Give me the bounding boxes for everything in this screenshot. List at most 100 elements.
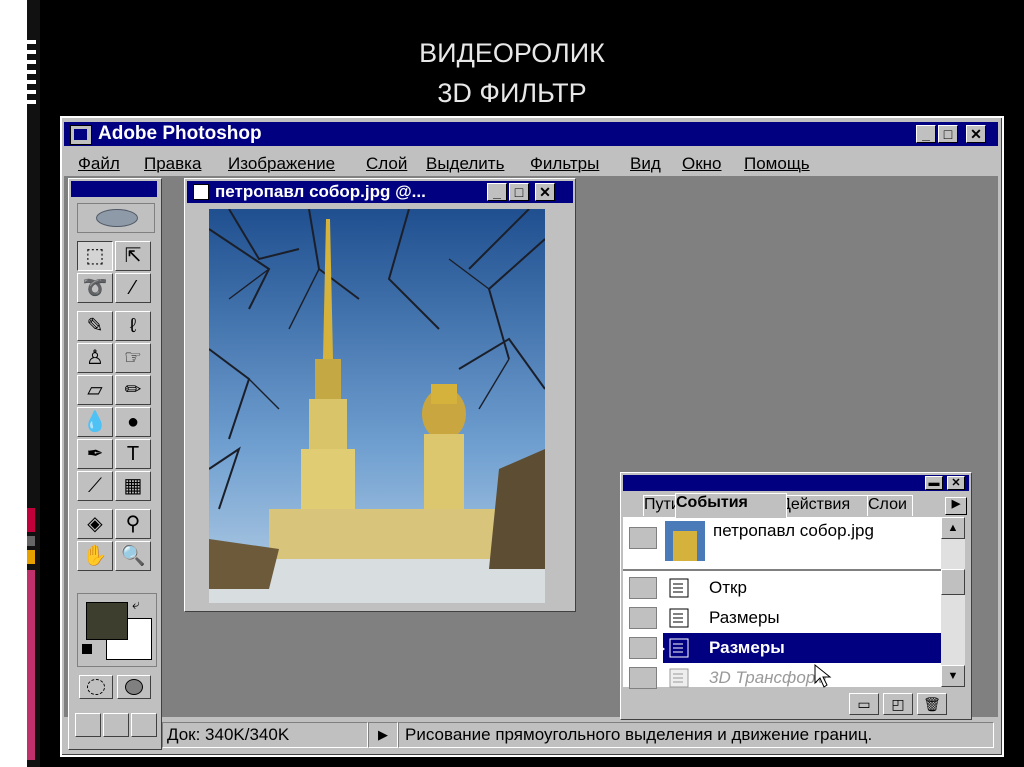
menu-image[interactable]: Изображение (228, 154, 335, 174)
blur-tool-icon[interactable]: 💧 (77, 407, 113, 437)
history-item-label: Размеры (709, 638, 785, 657)
default-colors-icon[interactable] (82, 644, 92, 654)
menu-edit[interactable]: Правка (144, 154, 201, 174)
standard-mode-button[interactable] (79, 675, 113, 699)
slide-deco-pink (27, 570, 35, 760)
menu-file[interactable]: Файл (78, 154, 120, 174)
image-minimize-button[interactable]: _ (487, 183, 507, 201)
image-maximize-button[interactable]: □ (509, 183, 529, 201)
image-close-button[interactable]: ✕ (535, 183, 555, 201)
new-snapshot-icon[interactable]: ◰ (883, 693, 913, 715)
status-bar: Док: 340K/340K ▶ Рисование прямоугольног… (64, 720, 998, 750)
hand-tool-icon[interactable]: ✋ (77, 541, 113, 571)
menu-view[interactable]: Вид (630, 154, 661, 174)
image-window: петропавл собор.jpg @... _ □ ✕ (184, 178, 576, 612)
slide-deco-gray (27, 536, 35, 546)
panel-minimize-button[interactable]: ▬ (925, 476, 943, 490)
rubber-stamp-tool-icon[interactable]: ♙ (77, 343, 113, 373)
gradient-tool-icon[interactable]: ▦ (115, 471, 151, 501)
trash-icon[interactable]: 🗑 (917, 693, 947, 715)
snapshot-label: петропавл собор.jpg (713, 521, 874, 540)
swap-colors-icon[interactable]: ⤶ (132, 596, 140, 613)
history-item-label: 3D Трансформ (709, 668, 827, 687)
history-item-dimmed[interactable]: 3D Трансформ (623, 663, 941, 693)
slide-title: ВИДЕОРОЛИК (419, 38, 605, 68)
history-item-selected[interactable]: Размеры (623, 633, 941, 663)
slide-subtitle: 3D ФИЛЬТР (437, 78, 587, 108)
history-step-icon (669, 608, 689, 628)
smudge-tool-icon[interactable]: ☞ (115, 343, 151, 373)
maximize-button[interactable]: □ (938, 125, 958, 143)
pencil-tool-icon[interactable]: ✏ (115, 375, 151, 405)
eyedropper-tool-icon[interactable]: ⚲ (115, 509, 151, 539)
slide-deco-red (27, 508, 35, 532)
marquee-tool-icon[interactable]: ⬚ (77, 241, 113, 271)
paintbrush-tool-icon[interactable]: ℓ (115, 311, 151, 341)
menu-help[interactable]: Помощь (744, 154, 810, 174)
snapshot-source-box[interactable] (629, 527, 657, 549)
photoshop-window: Adobe Photoshop _ □ ✕ Файл Правка Изобра… (60, 116, 1004, 757)
foreground-color-swatch[interactable] (86, 602, 128, 640)
menu-select[interactable]: Выделить (426, 154, 504, 174)
history-source-box[interactable] (629, 637, 657, 659)
app-title: Adobe Photoshop (98, 123, 262, 144)
eraser-tool-icon[interactable]: ▱ (77, 375, 113, 405)
cathedral-photo[interactable] (209, 209, 545, 603)
close-button[interactable]: ✕ (966, 125, 986, 143)
image-window-title: петропавл собор.jpg @... (215, 182, 426, 201)
history-source-box[interactable] (629, 667, 657, 689)
history-step-icon (669, 638, 689, 658)
zoom-tool-icon[interactable]: 🔍 (115, 541, 151, 571)
lasso-tool-icon[interactable]: ➰ (77, 273, 113, 303)
workspace: ⬚ ⇱ ➰ ⁄ ✎ ℓ ♙ ☞ ▱ ✏ 💧 ● ✒ T ⟋ ▦ ◈ ⚲ ✋ 🔍 ⤶ петропавл собор.j… (64, 176, 998, 750)
menu-window[interactable]: Окно (682, 154, 722, 174)
image-window-title-bar[interactable]: петропавл собор.jpg @... _ □ ✕ (187, 181, 573, 203)
history-item[interactable]: Размеры (623, 603, 941, 633)
paint-bucket-tool-icon[interactable]: ◈ (77, 509, 113, 539)
pen-tool-icon[interactable]: ✒ (77, 439, 113, 469)
history-item[interactable]: Откр (623, 573, 941, 603)
menu-filter[interactable]: Фильтры (530, 154, 599, 174)
history-item-label: Размеры (709, 608, 780, 627)
history-panel-title-bar[interactable]: ▬ ✕ (623, 475, 969, 491)
history-source-box[interactable] (629, 607, 657, 629)
dodge-tool-icon[interactable]: ● (115, 407, 151, 437)
tab-history[interactable]: События (675, 493, 787, 518)
quick-mask-mode-button[interactable] (117, 675, 151, 699)
menu-bar: Файл Правка Изображение Слой Выделить Фи… (64, 150, 998, 176)
panel-tabs: Пути События Действия Слои ▶ (623, 493, 969, 518)
doc-size: Док: 340K/340K (162, 722, 368, 748)
panel-menu-arrow-icon[interactable]: ▶ (945, 497, 967, 515)
history-source-box[interactable] (629, 577, 657, 599)
line-tool-icon[interactable]: ⟋ (77, 471, 113, 501)
adobe-eye-logo (77, 203, 155, 233)
history-step-icon (669, 668, 689, 688)
scroll-thumb[interactable] (941, 569, 965, 595)
slide-deco-orange (27, 550, 35, 564)
airbrush-tool-icon[interactable]: ✎ (77, 311, 113, 341)
photoshop-app-icon[interactable] (70, 125, 92, 145)
status-message: Рисование прямоугольного выделения и дви… (398, 722, 994, 748)
new-document-icon[interactable]: ▭ (849, 693, 879, 715)
move-tool-icon[interactable]: ⇱ (115, 241, 151, 271)
app-title-bar[interactable]: Adobe Photoshop _ □ ✕ (64, 122, 998, 146)
history-scrollbar[interactable]: ▲ ▼ (941, 517, 965, 687)
panel-close-button[interactable]: ✕ (947, 476, 965, 490)
tab-actions[interactable]: Действия (779, 495, 871, 516)
type-tool-icon[interactable]: T (115, 439, 151, 469)
scroll-up-button[interactable]: ▲ (941, 517, 965, 539)
history-state-slider-icon[interactable] (657, 643, 665, 655)
mouse-cursor-icon (814, 663, 832, 688)
tab-layers[interactable]: Слои (867, 495, 913, 516)
color-swatches: ⤶ (77, 593, 157, 667)
history-panel: ▬ ✕ Пути События Действия Слои ▶ петропа… (620, 472, 972, 720)
minimize-button[interactable]: _ (916, 125, 936, 143)
status-menu-arrow-icon[interactable]: ▶ (368, 722, 398, 748)
menu-layer[interactable]: Слой (366, 154, 407, 174)
magic-wand-tool-icon[interactable]: ⁄ (115, 273, 151, 303)
scroll-down-button[interactable]: ▼ (941, 665, 965, 687)
snapshot-thumbnail (665, 521, 705, 561)
history-snapshot[interactable]: петропавл собор.jpg (623, 517, 941, 565)
toolbox: ⬚ ⇱ ➰ ⁄ ✎ ℓ ♙ ☞ ▱ ✏ 💧 ● ✒ T ⟋ ▦ ◈ ⚲ ✋ 🔍 ⤶ (68, 178, 162, 750)
toolbox-title-bar[interactable] (71, 181, 157, 197)
